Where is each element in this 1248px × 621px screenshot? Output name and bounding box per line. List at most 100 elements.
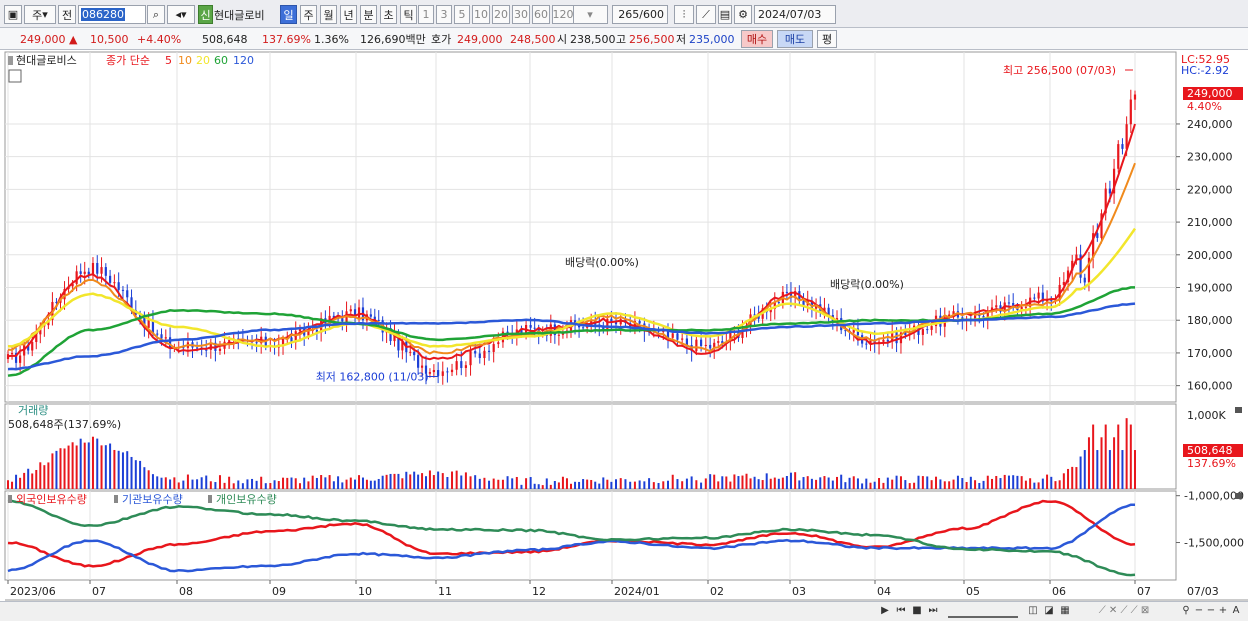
interval-tab-10[interactable]: 10 xyxy=(472,5,490,24)
candle-body xyxy=(802,300,805,306)
stock-code-input[interactable]: 086280 xyxy=(78,5,146,24)
volume-bar xyxy=(337,476,340,489)
volume-bar xyxy=(709,474,712,489)
volume-bar xyxy=(1016,475,1019,489)
volume-bar xyxy=(79,438,82,489)
volume-bar xyxy=(935,476,938,489)
interval-select[interactable]: ▾ xyxy=(572,5,608,24)
gear-icon[interactable]: ⚙ xyxy=(734,5,752,24)
volume-bar xyxy=(899,476,902,489)
magnify-icon[interactable]: ⚲ xyxy=(1180,602,1192,618)
interval-tab-120[interactable]: 120 xyxy=(552,5,574,24)
quote-bid: 249,000 xyxy=(457,32,503,46)
volume-bar xyxy=(311,475,314,489)
buy-button[interactable]: 매수 xyxy=(741,30,773,48)
zoom-slider[interactable] xyxy=(948,602,1018,618)
interval-tab-1[interactable]: 1 xyxy=(418,5,434,24)
interval-tab-3[interactable]: 3 xyxy=(436,5,452,24)
volume-bar xyxy=(182,480,185,489)
volume-bar xyxy=(409,474,412,489)
volume-bar xyxy=(891,479,894,489)
period-select[interactable]: 주 ▾ xyxy=(24,5,56,24)
volume-bar xyxy=(488,480,491,489)
interval-tab-5[interactable]: 5 xyxy=(454,5,470,24)
split-icon[interactable]: ◪ xyxy=(1042,602,1056,618)
interval-tab-20[interactable]: 20 xyxy=(492,5,510,24)
line-tool-icon[interactable]: ⟋ xyxy=(696,5,716,24)
volume-bar xyxy=(930,480,933,489)
zoom-out-icon[interactable]: − xyxy=(1194,602,1204,618)
candle-body xyxy=(428,372,432,374)
quote-high: 256,500 xyxy=(629,32,675,46)
volume-bar xyxy=(209,481,212,489)
volume-bar xyxy=(525,478,528,489)
sell-button[interactable]: 매도 xyxy=(777,30,813,48)
period-tab-1[interactable]: 주 xyxy=(300,5,317,24)
stop-icon[interactable]: ■ xyxy=(910,602,924,618)
date-field[interactable]: 2024/07/03 xyxy=(754,5,836,24)
volume-bar xyxy=(164,477,167,489)
plus-icon[interactable]: + xyxy=(1218,602,1228,618)
quote-turnover: 1.36% xyxy=(314,32,349,46)
volume-bar xyxy=(39,462,42,489)
price-current-pct: 4.40% xyxy=(1187,100,1222,113)
volume-bar xyxy=(624,479,627,489)
candle-body xyxy=(474,351,477,354)
volume-bar xyxy=(1046,474,1049,489)
volume-bar xyxy=(1029,478,1032,489)
candle-body xyxy=(437,370,440,376)
save-icon[interactable]: ▤ xyxy=(718,5,732,24)
volume-bar xyxy=(113,449,116,489)
search-icon[interactable]: ⌕ xyxy=(147,5,165,24)
volume-bar xyxy=(264,483,267,489)
draw-tools-icon[interactable]: ⟋ ✕ ⟋ ⟋ ⊠ xyxy=(1074,602,1174,618)
x-tick-label: 03 xyxy=(792,585,806,598)
volume-bar xyxy=(844,482,847,489)
font-size-icon[interactable]: A xyxy=(1230,602,1242,618)
candle-body xyxy=(160,334,163,339)
chart-menu-icon[interactable]: ▣ xyxy=(4,5,22,24)
candle-body xyxy=(930,326,933,330)
x-tick-label: 07 xyxy=(92,585,106,598)
candle-body xyxy=(865,343,868,345)
play-icon[interactable]: ▶ xyxy=(878,602,892,618)
candle-body xyxy=(147,319,150,328)
volume-current-pct: 137.69% xyxy=(1187,457,1236,470)
volume-bar xyxy=(147,470,150,489)
forward-icon[interactable]: ⏭ xyxy=(926,602,940,618)
volume-bar xyxy=(7,480,9,489)
interval-tab-30[interactable]: 30 xyxy=(512,5,530,24)
candle-body xyxy=(1133,94,1137,100)
holdings-legend-swatch-1 xyxy=(114,495,118,503)
period-tab-2[interactable]: 월 xyxy=(320,5,337,24)
volume-bar xyxy=(840,474,843,489)
eval-button[interactable]: 평 xyxy=(817,30,837,48)
period-tab-4[interactable]: 분 xyxy=(360,5,377,24)
volume-bar xyxy=(354,479,357,489)
count-field[interactable]: 265/600 xyxy=(612,5,668,24)
volume-bar xyxy=(969,476,972,489)
volume-bar xyxy=(667,480,669,489)
candle-type-icon[interactable]: ⫶ xyxy=(674,5,694,24)
volume-bar xyxy=(753,476,756,489)
period-tab-3[interactable]: 년 xyxy=(340,5,357,24)
rewind-icon[interactable]: ⏮ xyxy=(894,602,908,618)
shin-badge: 신 xyxy=(198,5,213,24)
volume-bar xyxy=(606,479,609,489)
period-tab-5[interactable]: 초 xyxy=(380,5,397,24)
period-tab-0[interactable]: 일 xyxy=(280,5,297,24)
y-tick-label: 200,000 xyxy=(1187,249,1233,262)
sound-icon[interactable]: ◂▾ xyxy=(167,5,195,24)
ma-legend-120: 120 xyxy=(233,54,254,67)
period-tab-6[interactable]: 틱 xyxy=(400,5,417,24)
interval-tab-60[interactable]: 60 xyxy=(532,5,550,24)
table-icon[interactable]: ▦ xyxy=(1058,602,1072,618)
x-tick-label: 06 xyxy=(1052,585,1066,598)
prev-button[interactable]: 전 xyxy=(58,5,76,24)
minus-icon[interactable]: − xyxy=(1206,602,1216,618)
holdings-panel-close-icon xyxy=(1235,493,1242,499)
layout-icon[interactable]: ◫ xyxy=(1026,602,1040,618)
stock-chart[interactable]: 2023/06 07 08 09 10 11 12 2024/01 02 03 04 05 06 07 07… xyxy=(0,50,1248,621)
volume-bar xyxy=(417,474,420,489)
volume-bar xyxy=(1020,476,1023,489)
